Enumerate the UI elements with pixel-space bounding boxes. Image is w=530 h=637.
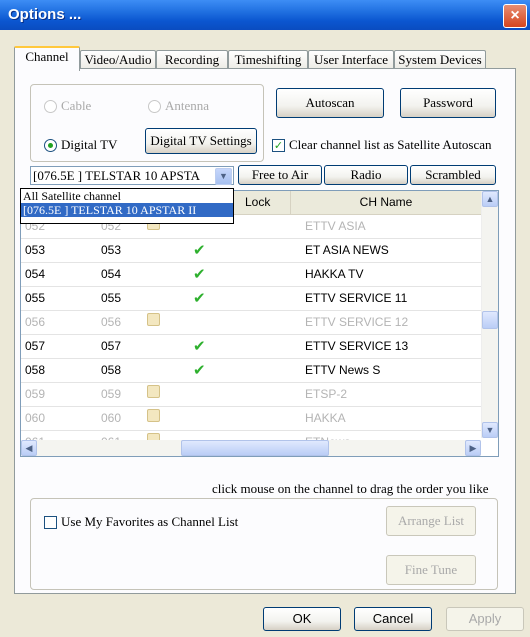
- title-bar[interactable]: Options ... ×: [0, 0, 530, 30]
- radio-dot: [44, 99, 57, 113]
- cable-label: Cable: [61, 98, 92, 113]
- scrambled-button[interactable]: Scrambled: [410, 165, 496, 185]
- table-row[interactable]: 056 056 ETTV SERVICE 12: [21, 310, 481, 335]
- options-window: Options ... × Channel Video/Audio Record…: [0, 0, 530, 637]
- check-icon: ✔: [193, 289, 206, 307]
- satellite-dropdown-list: All Satellite channel [076.5E ] TELSTAR …: [20, 188, 234, 224]
- column-header-lock[interactable]: Lock: [233, 191, 291, 214]
- tab-recording[interactable]: Recording: [156, 50, 228, 69]
- favorites-checkbox[interactable]: Use My Favorites as Channel List: [44, 514, 238, 530]
- scroll-thumb-h[interactable]: [181, 440, 329, 456]
- table-row[interactable]: 054 054 HAKKA TV ✔: [21, 262, 481, 287]
- cancel-button[interactable]: Cancel: [354, 607, 432, 631]
- cell-ch-name: ETTV SERVICE 12: [305, 315, 409, 329]
- table-row[interactable]: 058 058 ETTV News S ✔: [21, 358, 481, 383]
- scroll-up-icon[interactable]: ▲: [482, 191, 498, 207]
- cell-channel: 055: [101, 291, 122, 305]
- table-row[interactable]: 053 053 ET ASIA NEWS ✔: [21, 238, 481, 263]
- tab-system-devices[interactable]: System Devices: [394, 50, 486, 69]
- tab-video-audio[interactable]: Video/Audio: [80, 50, 156, 69]
- dropdown-option[interactable]: All Satellite channel: [21, 189, 233, 203]
- favorites-label: Use My Favorites as Channel List: [61, 514, 239, 529]
- arrange-list-button[interactable]: Arrange List: [386, 506, 476, 536]
- dropdown-option-selected[interactable]: [076.5E ] TELSTAR 10 APSTAR II: [21, 203, 233, 217]
- cell-ch-name: ETTV ASIA: [305, 219, 366, 233]
- cell-channel: 058: [101, 363, 122, 377]
- cell-ch-name: ETTV SERVICE 13: [305, 339, 409, 353]
- tab-timeshifting[interactable]: Timeshifting: [228, 50, 308, 69]
- cell-channel: 057: [101, 339, 122, 353]
- antenna-radio[interactable]: Antenna: [148, 98, 209, 114]
- digital-tv-radio[interactable]: Digital TV: [44, 137, 117, 153]
- horizontal-scrollbar[interactable]: ◀ ▶: [21, 440, 481, 456]
- cell-number: 053: [25, 243, 46, 257]
- drag-order-hint: click mouse on the channel to drag the o…: [212, 481, 489, 496]
- column-header-ch-name[interactable]: CH Name: [291, 191, 481, 214]
- cell-number: 060: [25, 411, 46, 425]
- cell-channel: 053: [101, 243, 122, 257]
- table-row[interactable]: 055 055 ETTV SERVICE 11 ✔: [21, 286, 481, 311]
- clear-list-checkbox[interactable]: ✓ Clear channel list as Satellite Autosc…: [272, 137, 492, 153]
- table-row[interactable]: 057 057 ETTV SERVICE 13 ✔: [21, 334, 481, 359]
- password-button[interactable]: Password: [400, 88, 496, 118]
- cell-channel: 060: [101, 411, 122, 425]
- digital-tv-settings-button[interactable]: Digital TV Settings: [145, 128, 257, 154]
- check-icon: ✔: [193, 337, 206, 355]
- cell-ch-name: ETSP-2: [305, 387, 348, 401]
- tab-channel[interactable]: Channel: [14, 46, 80, 71]
- autoscan-button[interactable]: Autoscan: [276, 88, 384, 118]
- chevron-down-icon[interactable]: ▼: [215, 168, 232, 185]
- radio-dot-selected: [44, 138, 57, 152]
- cell-number: 055: [25, 291, 46, 305]
- cell-ch-name: ETTV SERVICE 11: [305, 291, 408, 305]
- channel-table[interactable]: Lock CH Name 052 052 ETTV ASIA 053 053 ET ASI…: [20, 190, 499, 457]
- tab-user-interface[interactable]: User Interface: [308, 50, 394, 69]
- satellite-select-value: [076.5E ] TELSTAR 10 APSTA: [33, 168, 201, 183]
- cell-channel: 059: [101, 387, 122, 401]
- close-button[interactable]: ×: [503, 4, 527, 28]
- cell-channel: 054: [101, 267, 122, 281]
- scroll-right-icon[interactable]: ▶: [465, 440, 481, 456]
- window-title: Options ...: [8, 6, 82, 23]
- cell-ch-name: ET ASIA NEWS: [305, 243, 389, 257]
- radio-dot: [148, 99, 161, 113]
- checkbox-box: [44, 515, 57, 529]
- cell-ch-name: HAKKA TV: [305, 267, 364, 281]
- scroll-down-icon[interactable]: ▼: [482, 422, 498, 438]
- check-icon: ✔: [193, 241, 206, 259]
- clear-list-label: Clear channel list as Satellite Autoscan: [289, 137, 492, 152]
- cable-radio[interactable]: Cable: [44, 98, 91, 114]
- cell-ch-name: ETTV News S: [305, 363, 381, 377]
- antenna-label: Antenna: [165, 98, 210, 113]
- cell-number: 057: [25, 339, 46, 353]
- table-row[interactable]: 059 059 ETSP-2: [21, 382, 481, 407]
- radio-button[interactable]: Radio: [324, 165, 408, 185]
- digital-tv-label: Digital TV: [61, 137, 118, 152]
- vertical-scrollbar[interactable]: ▲ ▼: [481, 191, 498, 438]
- apply-button[interactable]: Apply: [446, 607, 524, 631]
- cell-number: 059: [25, 387, 46, 401]
- cell-number: 058: [25, 363, 46, 377]
- cell-ch-name: HAKKA: [305, 411, 346, 425]
- fine-tune-button[interactable]: Fine Tune: [386, 555, 476, 585]
- cell-number: 054: [25, 267, 46, 281]
- checkbox-box: ✓: [272, 138, 285, 152]
- check-icon: ✔: [193, 361, 206, 379]
- scroll-left-icon[interactable]: ◀: [21, 440, 37, 456]
- lock-icon: [147, 310, 160, 334]
- table-row[interactable]: 060 060 HAKKA: [21, 406, 481, 431]
- cell-channel: 056: [101, 315, 122, 329]
- ok-button[interactable]: OK: [263, 607, 341, 631]
- satellite-select[interactable]: [076.5E ] TELSTAR 10 APSTA ▼: [30, 166, 234, 185]
- lock-icon: [147, 382, 160, 406]
- lock-icon: [147, 406, 160, 430]
- check-icon: ✔: [193, 265, 206, 283]
- cell-number: 056: [25, 315, 46, 329]
- scroll-thumb[interactable]: [482, 311, 498, 329]
- free-to-air-button[interactable]: Free to Air: [238, 165, 322, 185]
